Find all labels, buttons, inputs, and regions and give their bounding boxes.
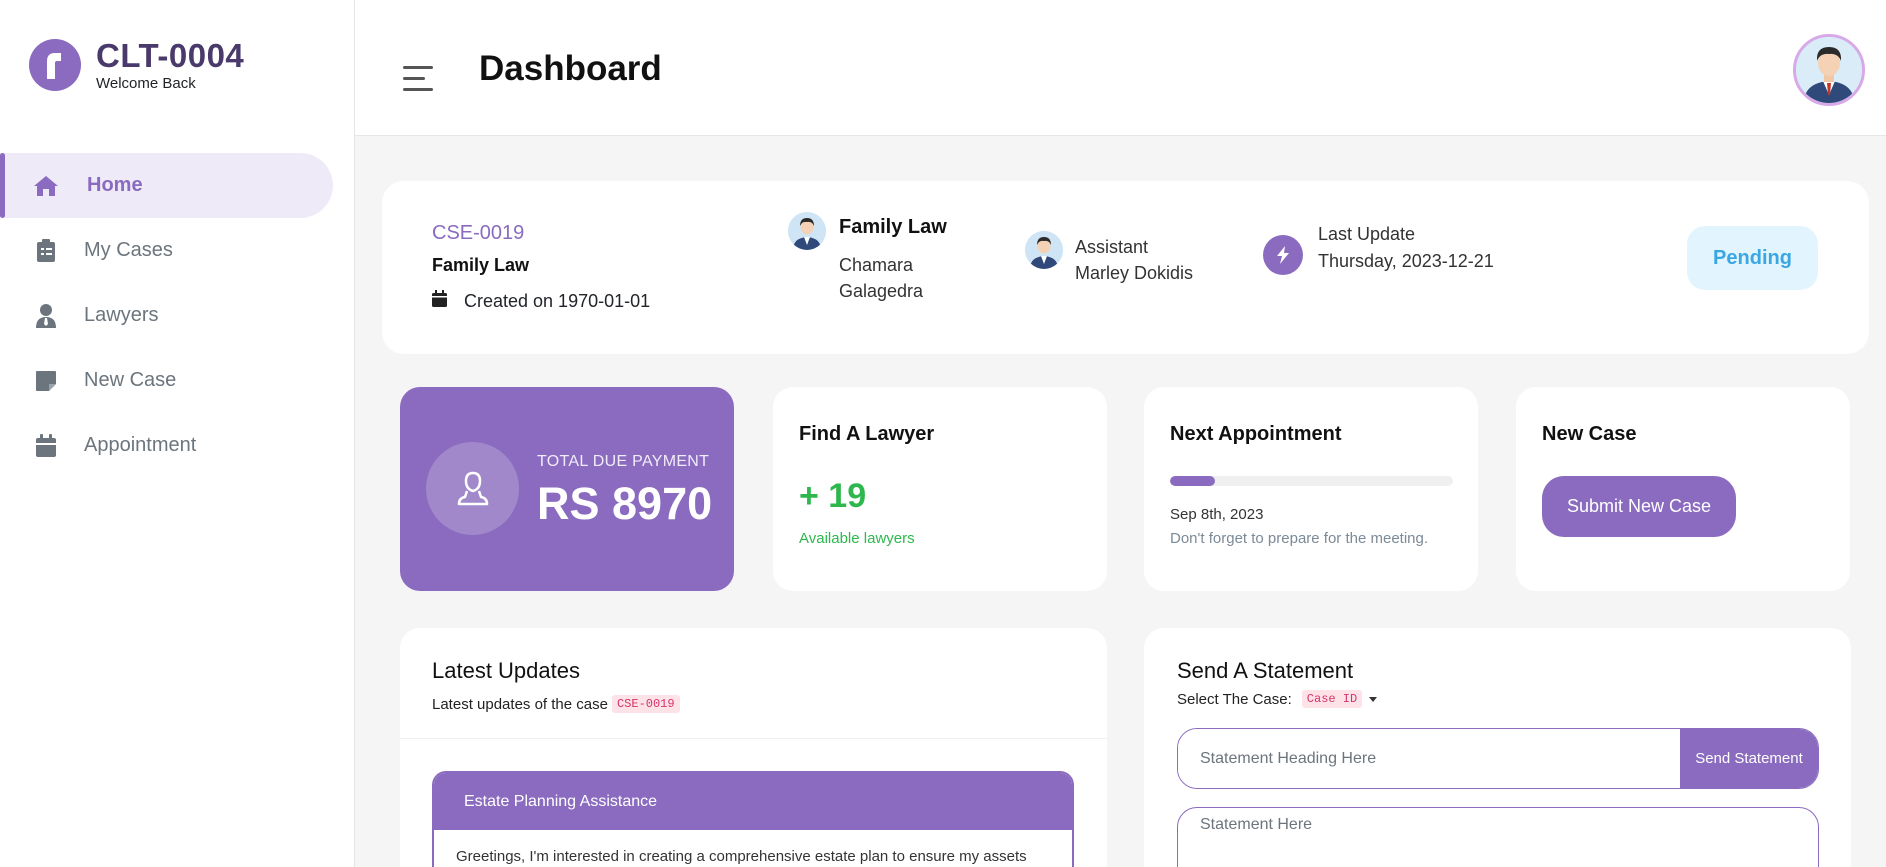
- assistant-name: Marley Dokidis: [1075, 263, 1194, 283]
- new-case-card: New Case Submit New Case: [1516, 387, 1850, 591]
- clipboard-icon: [32, 237, 60, 265]
- card-title: Find A Lawyer: [799, 423, 935, 445]
- brand-subtitle: Welcome Back: [96, 75, 196, 92]
- divider: [400, 738, 1107, 739]
- case-select-value[interactable]: Case ID: [1301, 690, 1363, 708]
- case-created: Created on 1970-01-01: [432, 290, 650, 312]
- top-header: Dashboard: [355, 0, 1886, 136]
- case-created-text: Created on 1970-01-01: [464, 290, 651, 311]
- page-title: Dashboard: [479, 49, 662, 88]
- last-update: Last Update Thursday, 2023-12-21: [1318, 221, 1494, 275]
- lawyer-title: Family Law: [839, 216, 947, 238]
- total-due-card: TOTAL DUE PAYMENT RS 8970: [400, 387, 734, 591]
- user-avatar[interactable]: [1793, 34, 1865, 106]
- bolt-icon: [1263, 235, 1303, 275]
- case-select[interactable]: Select The Case: Case ID: [1177, 690, 1378, 708]
- last-update-value: Thursday, 2023-12-21: [1318, 251, 1494, 271]
- appointment-note: Don't forget to prepare for the meeting.: [1170, 530, 1429, 547]
- last-update-label: Last Update: [1318, 224, 1416, 244]
- update-item[interactable]: Estate Planning Assistance Greetings, I'…: [432, 771, 1074, 867]
- calendar-icon: [32, 432, 60, 460]
- sidebar-item-home[interactable]: Home: [0, 153, 333, 218]
- sidebar-item-appointment[interactable]: Appointment: [0, 413, 355, 478]
- status-badge: Pending: [1687, 226, 1818, 290]
- sidebar-item-label: Appointment: [84, 434, 197, 456]
- sticky-note-icon: [32, 367, 60, 395]
- card-title: New Case: [1542, 423, 1637, 445]
- appointment-date: Sep 8th, 2023: [1170, 506, 1264, 523]
- brand[interactable]: CLT-0004 Welcome Back: [29, 38, 244, 92]
- case-id[interactable]: CSE-0019: [432, 222, 524, 245]
- sidebar-item-label: Home: [87, 174, 143, 196]
- find-lawyer-card[interactable]: Find A Lawyer + 19 Available lawyers: [773, 387, 1107, 591]
- assistant-info: Assistant Marley Dokidis: [1075, 234, 1193, 286]
- caret-down-icon[interactable]: [1369, 696, 1378, 702]
- sidebar-item-label: My Cases: [84, 239, 173, 261]
- lawyer-count-label: Available lawyers: [799, 530, 915, 547]
- sidebar-nav: Home My Cases Lawyers New Case Appointme…: [0, 153, 355, 478]
- panel-title: Send A Statement: [1177, 658, 1354, 683]
- lawyer-avatar: [788, 212, 826, 250]
- lawyer-name: Chamara Galagedra: [839, 255, 924, 301]
- assistant-avatar: [1025, 231, 1063, 269]
- menu-toggle-icon[interactable]: [403, 66, 433, 99]
- send-statement-panel: Send A Statement Select The Case: Case I…: [1144, 628, 1851, 867]
- submit-new-case-button[interactable]: Submit New Case: [1542, 476, 1736, 537]
- statement-heading-input[interactable]: Statement Heading Here: [1178, 729, 1680, 788]
- next-appointment-card: Next Appointment Sep 8th, 2023 Don't for…: [1144, 387, 1478, 591]
- update-item-title: Estate Planning Assistance: [434, 773, 1072, 830]
- calendar-icon: [432, 290, 447, 312]
- update-item-body: Greetings, I'm interested in creating a …: [456, 848, 1027, 865]
- home-icon: [32, 172, 60, 200]
- statement-heading-group: Statement Heading Here Send Statement: [1177, 728, 1819, 789]
- sidebar-item-lawyers[interactable]: Lawyers: [0, 283, 355, 348]
- brand-logo: [29, 39, 81, 91]
- due-label: TOTAL DUE PAYMENT: [537, 453, 710, 470]
- sidebar-item-label: Lawyers: [84, 304, 159, 326]
- panel-title: Latest Updates: [432, 658, 580, 683]
- sidebar-item-new-case[interactable]: New Case: [0, 348, 355, 413]
- user-outline-icon: [426, 442, 519, 535]
- appointment-progress: [1170, 476, 1453, 486]
- card-title: Next Appointment: [1170, 423, 1342, 445]
- sidebar: CLT-0004 Welcome Back Home My Cases Lawy…: [0, 0, 355, 867]
- assistant-label: Assistant: [1075, 237, 1149, 257]
- case-summary-card: CSE-0019 Family Law Created on 1970-01-0…: [382, 181, 1869, 354]
- latest-updates-panel: Latest Updates Latest updates of the cas…: [400, 628, 1107, 867]
- case-select-label: Select The Case:: [1177, 690, 1292, 708]
- send-statement-button[interactable]: Send Statement: [1680, 729, 1818, 788]
- sidebar-item-label: New Case: [84, 369, 177, 391]
- due-value: RS 8970: [537, 478, 713, 529]
- panel-subtitle-text: Latest updates of the case: [432, 695, 608, 713]
- user-tie-icon: [32, 302, 60, 330]
- case-type: Family Law: [432, 255, 530, 275]
- panel-subtitle: Latest updates of the case CSE-0019: [432, 695, 680, 713]
- statement-body-input[interactable]: Statement Here: [1177, 807, 1819, 867]
- lawyer-count: + 19: [799, 477, 867, 515]
- case-id-chip: CSE-0019: [611, 695, 680, 713]
- sidebar-item-my-cases[interactable]: My Cases: [0, 218, 355, 283]
- appointment-progress-fill: [1170, 476, 1216, 486]
- brand-title: CLT-0004: [96, 37, 245, 74]
